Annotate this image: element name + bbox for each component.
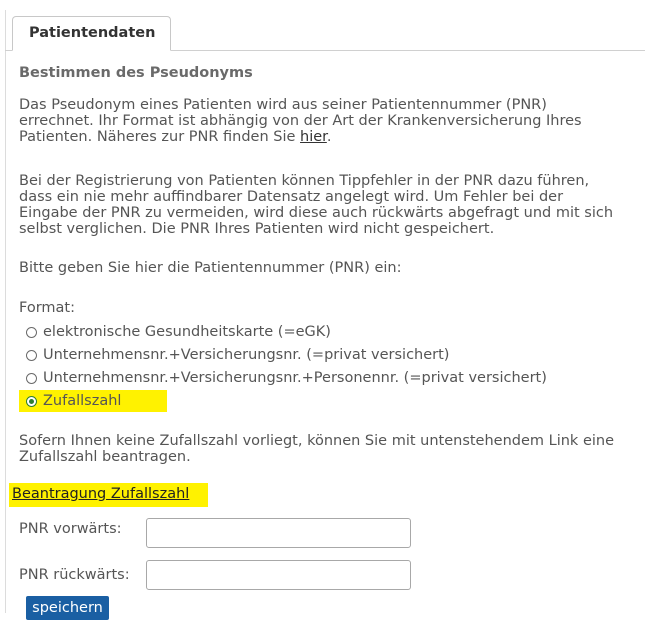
radio-option-privat-personennr[interactable]: Unternehmensnr.+Versicherungsnr.+Persone… [26, 368, 547, 388]
radio-label: Unternehmensnr.+Versicherungsnr.+Persone… [43, 370, 547, 386]
radio-button-icon[interactable] [26, 349, 37, 361]
intro-line: Patienten. Näheres zur PNR finden Sie hi… [19, 129, 331, 145]
radio-option-egk[interactable]: elektronische Gesundheitskarte (=eGK) [26, 322, 331, 342]
registration-line: dass ein nie mehr auffindbarer Datensatz… [19, 189, 564, 205]
beantragung-zufallszahl-link[interactable]: Beantragung Zufallszahl [12, 486, 189, 502]
radio-label: Unternehmensnr.+Versicherungsnr. (=priva… [43, 347, 450, 363]
pnr-forward-label: PNR vorwärts: [19, 521, 122, 537]
hier-link[interactable]: hier [300, 129, 327, 145]
radio-button-icon[interactable] [26, 372, 37, 384]
radio-button-icon[interactable] [26, 326, 37, 338]
frame-border [5, 10, 6, 613]
pnr-backward-input[interactable] [146, 560, 411, 590]
section-title: Bestimmen des Pseudonyms [19, 65, 253, 81]
intro-line-end: . [326, 129, 332, 145]
pnr-backward-label: PNR rückwärts: [19, 567, 130, 583]
registration-line: selbst verglichen. Die PNR Ihres Patient… [19, 221, 495, 237]
intro-line: errechnet. Ihr Format ist abhängig von d… [19, 113, 582, 129]
pnr-forward-input[interactable] [146, 518, 411, 548]
random-note-line: Zufallszahl beantragen. [19, 449, 191, 465]
registration-line: Eingabe der PNR zu vermeiden, wird diese… [19, 205, 614, 221]
radio-option-privat[interactable]: Unternehmensnr.+Versicherungsnr. (=priva… [26, 345, 449, 365]
radio-label: elektronische Gesundheitskarte (=eGK) [43, 324, 331, 340]
intro-line-text: Patienten. Näheres zur PNR finden Sie [19, 129, 301, 145]
radio-label: Zufallszahl [43, 393, 122, 409]
format-label: Format: [19, 300, 75, 316]
registration-line: Bei der Registrierung von Patienten könn… [19, 173, 590, 189]
intro-line: Das Pseudonym eines Patienten wird aus s… [19, 97, 547, 113]
random-note-line: Sofern Ihnen keine Zufallszahl vorliegt,… [19, 433, 615, 449]
radio-option-zufallszahl[interactable]: Zufallszahl [26, 391, 121, 411]
pnr-instruction: Bitte geben Sie hier die Patientennummer… [19, 260, 402, 276]
radio-button-selected-icon[interactable] [26, 395, 37, 407]
tab-patientendaten[interactable]: Patientendaten [12, 16, 171, 51]
save-button[interactable]: speichern [26, 596, 109, 620]
